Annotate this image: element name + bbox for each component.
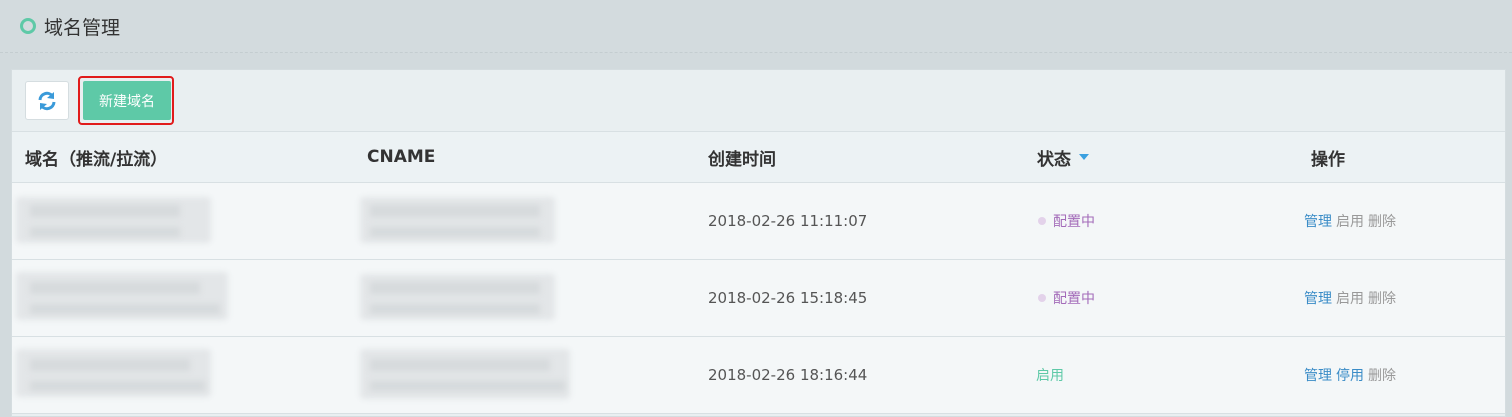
column-header-cname: CNAME bbox=[367, 147, 436, 167]
created-time: 2018-02-26 15:18:45 bbox=[708, 289, 868, 307]
status-label: 配置中 bbox=[1053, 291, 1095, 307]
manage-link[interactable]: 管理 bbox=[1304, 211, 1332, 231]
column-header-created: 创建时间 bbox=[708, 149, 776, 170]
domain-panel: 新建域名 域名（推流/拉流） CNAME 创建时间 状态 操作 2018-02-… bbox=[11, 69, 1506, 417]
redacted-cname-text bbox=[370, 381, 565, 391]
table-row: 2018-02-26 18:16:44 启用 管理 停用 删除 bbox=[12, 337, 1505, 414]
caret-down-icon[interactable] bbox=[1079, 154, 1089, 160]
actions-cell: 管理 停用 删除 bbox=[1304, 337, 1400, 413]
refresh-icon bbox=[38, 91, 56, 110]
redacted-cname-text bbox=[370, 304, 540, 314]
status-cell: 启用 bbox=[1036, 337, 1064, 413]
redacted-domain-text bbox=[30, 282, 200, 294]
status-dot-icon bbox=[1038, 217, 1046, 225]
redacted-cname-text bbox=[370, 359, 550, 371]
circle-icon bbox=[20, 18, 36, 34]
status-cell: 配置中 bbox=[1038, 183, 1095, 259]
created-time: 2018-02-26 11:11:07 bbox=[708, 212, 868, 230]
redacted-cname-text bbox=[370, 282, 540, 294]
delete-link[interactable]: 删除 bbox=[1368, 211, 1396, 231]
redacted-domain-text bbox=[30, 359, 190, 371]
redacted-cname-text bbox=[370, 227, 540, 237]
manage-link[interactable]: 管理 bbox=[1304, 288, 1332, 308]
table-row: 2018-02-26 11:11:07 配置中 管理 启用 删除 bbox=[12, 183, 1505, 260]
manage-link[interactable]: 管理 bbox=[1304, 365, 1332, 385]
disable-link[interactable]: 停用 bbox=[1336, 365, 1364, 385]
redacted-domain-text bbox=[30, 304, 220, 314]
status-label: 配置中 bbox=[1053, 214, 1095, 230]
redacted-cname bbox=[360, 349, 570, 399]
delete-link[interactable]: 删除 bbox=[1368, 365, 1396, 385]
actions-cell: 管理 启用 删除 bbox=[1304, 260, 1400, 336]
column-header-actions: 操作 bbox=[1311, 149, 1345, 170]
page-header: 域名管理 bbox=[0, 0, 1512, 53]
created-time: 2018-02-26 18:16:44 bbox=[708, 366, 868, 384]
column-header-status[interactable]: 状态 bbox=[1037, 132, 1089, 182]
redacted-cname-text bbox=[370, 205, 540, 217]
status-label: 启用 bbox=[1036, 368, 1064, 384]
column-header-domain: 域名（推流/拉流） bbox=[25, 149, 168, 170]
redacted-domain-text bbox=[30, 205, 180, 217]
table-header: 域名（推流/拉流） CNAME 创建时间 状态 操作 bbox=[12, 131, 1505, 183]
page-title: 域名管理 bbox=[44, 16, 121, 39]
refresh-button[interactable] bbox=[25, 81, 69, 120]
column-header-status-label: 状态 bbox=[1037, 149, 1071, 170]
enable-link[interactable]: 启用 bbox=[1336, 211, 1364, 231]
redacted-domain-text bbox=[30, 381, 205, 391]
enable-link[interactable]: 启用 bbox=[1336, 288, 1364, 308]
toolbar: 新建域名 bbox=[12, 70, 1505, 131]
status-cell: 配置中 bbox=[1038, 260, 1095, 336]
actions-cell: 管理 启用 删除 bbox=[1304, 183, 1400, 259]
new-domain-button[interactable]: 新建域名 bbox=[83, 81, 171, 120]
delete-link[interactable]: 删除 bbox=[1368, 288, 1396, 308]
status-dot-icon bbox=[1038, 294, 1046, 302]
table-row: 2018-02-26 15:18:45 配置中 管理 启用 删除 bbox=[12, 260, 1505, 337]
redacted-domain-text bbox=[30, 227, 180, 237]
